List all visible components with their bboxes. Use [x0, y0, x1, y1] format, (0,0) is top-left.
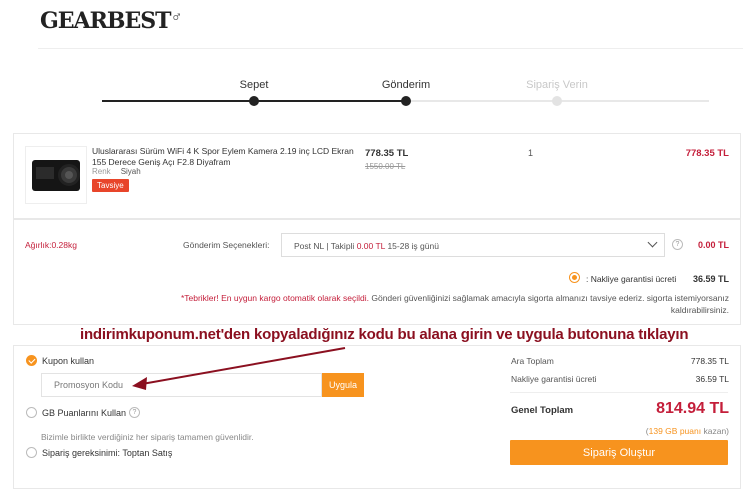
- shipping-help-icon[interactable]: ?: [672, 239, 683, 250]
- promo-code-input[interactable]: [41, 373, 322, 397]
- summary-divider: [510, 392, 728, 393]
- gb-points-label[interactable]: GB Puanlarını Kullan: [42, 408, 126, 418]
- points-suffix: kazan): [703, 426, 729, 436]
- shipping-method-cost: 0.00 TL: [356, 241, 386, 251]
- apply-coupon-button[interactable]: Uygula: [322, 373, 364, 397]
- color-value: Siyah: [120, 167, 141, 176]
- notice-highlight: *Tebrikler! En uygun kargo otomatik olar…: [180, 293, 369, 303]
- step-label-shipping: Gönderim: [381, 79, 431, 91]
- shipping-method-select[interactable]: Post NL | Takipli 0.00 TL 15-28 iş günü: [281, 233, 665, 257]
- gearbest-logo[interactable]: GearBest ♂: [40, 8, 181, 34]
- logo-mark: ♂: [172, 12, 181, 23]
- insurance-summary-value: 36.59 TL: [695, 374, 729, 384]
- wholesale-label[interactable]: Sipariş gereksinimi: Toptan Satış: [42, 448, 172, 458]
- wholesale-radio[interactable]: [26, 447, 37, 458]
- gb-points-radio[interactable]: [26, 407, 37, 418]
- subtotal-value: 778.35 TL: [690, 356, 729, 366]
- shipping-notice: *Tebrikler! En uygun kargo otomatik olar…: [139, 292, 729, 316]
- insurance-summary-label: Nakliye garantisi ücreti: [511, 374, 597, 384]
- step-label-order: Sipariş Verin: [526, 79, 588, 91]
- old-price: 1550.00 TL: [365, 162, 406, 171]
- subtotal-label: Ara Toplam: [511, 356, 554, 366]
- product-color: Renk Siyah: [92, 167, 141, 176]
- package-weight: Ağırlık:0.28kg: [25, 240, 77, 250]
- logo-text: GearBest: [40, 8, 172, 34]
- points-value: 139 GB puanı: [648, 426, 702, 436]
- chevron-down-icon: [647, 237, 658, 248]
- shipping-cost: 0.00 TL: [697, 240, 729, 250]
- points-earned: (139 GB puanı kazan): [646, 426, 729, 436]
- product-title[interactable]: Uluslararası Sürüm WiFi 4 K Spor Eylem K…: [92, 146, 362, 168]
- insurance-toggle[interactable]: [569, 272, 580, 283]
- unit-price: 778.35 TL: [365, 148, 409, 159]
- insurance-cost: 36.59 TL: [692, 274, 729, 284]
- line-total: 778.35 TL: [685, 148, 729, 159]
- shipping-carrier: Post NL | Takipli: [294, 241, 355, 251]
- step-dot-cart: [249, 96, 259, 106]
- camera-icon: [32, 160, 80, 191]
- grand-total-value: 814.94 TL: [656, 400, 729, 417]
- color-label: Renk: [92, 167, 111, 176]
- gb-points-help-icon[interactable]: ?: [129, 407, 140, 418]
- quantity: 1: [528, 148, 534, 158]
- product-image[interactable]: [25, 146, 87, 204]
- step-dot-shipping: [401, 96, 411, 106]
- step-dot-order: [552, 96, 562, 106]
- insurance-label: : Nakliye garantisi ücreti: [586, 274, 677, 284]
- header-divider: [38, 48, 743, 49]
- grand-total-label: Genel Toplam: [511, 405, 574, 416]
- recommend-badge: Tavsiye: [92, 179, 129, 192]
- step-label-cart: Sepet: [239, 79, 269, 91]
- annotation-text: indirimkuponum.net'den kopyaladığınız ko…: [80, 326, 689, 343]
- place-order-button[interactable]: Sipariş Oluştur: [510, 440, 728, 465]
- coupon-checkbox[interactable]: [26, 355, 37, 366]
- secure-order-text: Bizimle birlikte verdiğiniz her sipariş …: [41, 432, 254, 442]
- shipping-options-label: Gönderim Seçenekleri:: [183, 240, 270, 250]
- notice-text: Gönderi güvenliğinizi sağlamak amacıyla …: [371, 293, 729, 315]
- coupon-label[interactable]: Kupon kullan: [42, 356, 94, 366]
- shipping-days: 15-28 iş günü: [387, 241, 439, 251]
